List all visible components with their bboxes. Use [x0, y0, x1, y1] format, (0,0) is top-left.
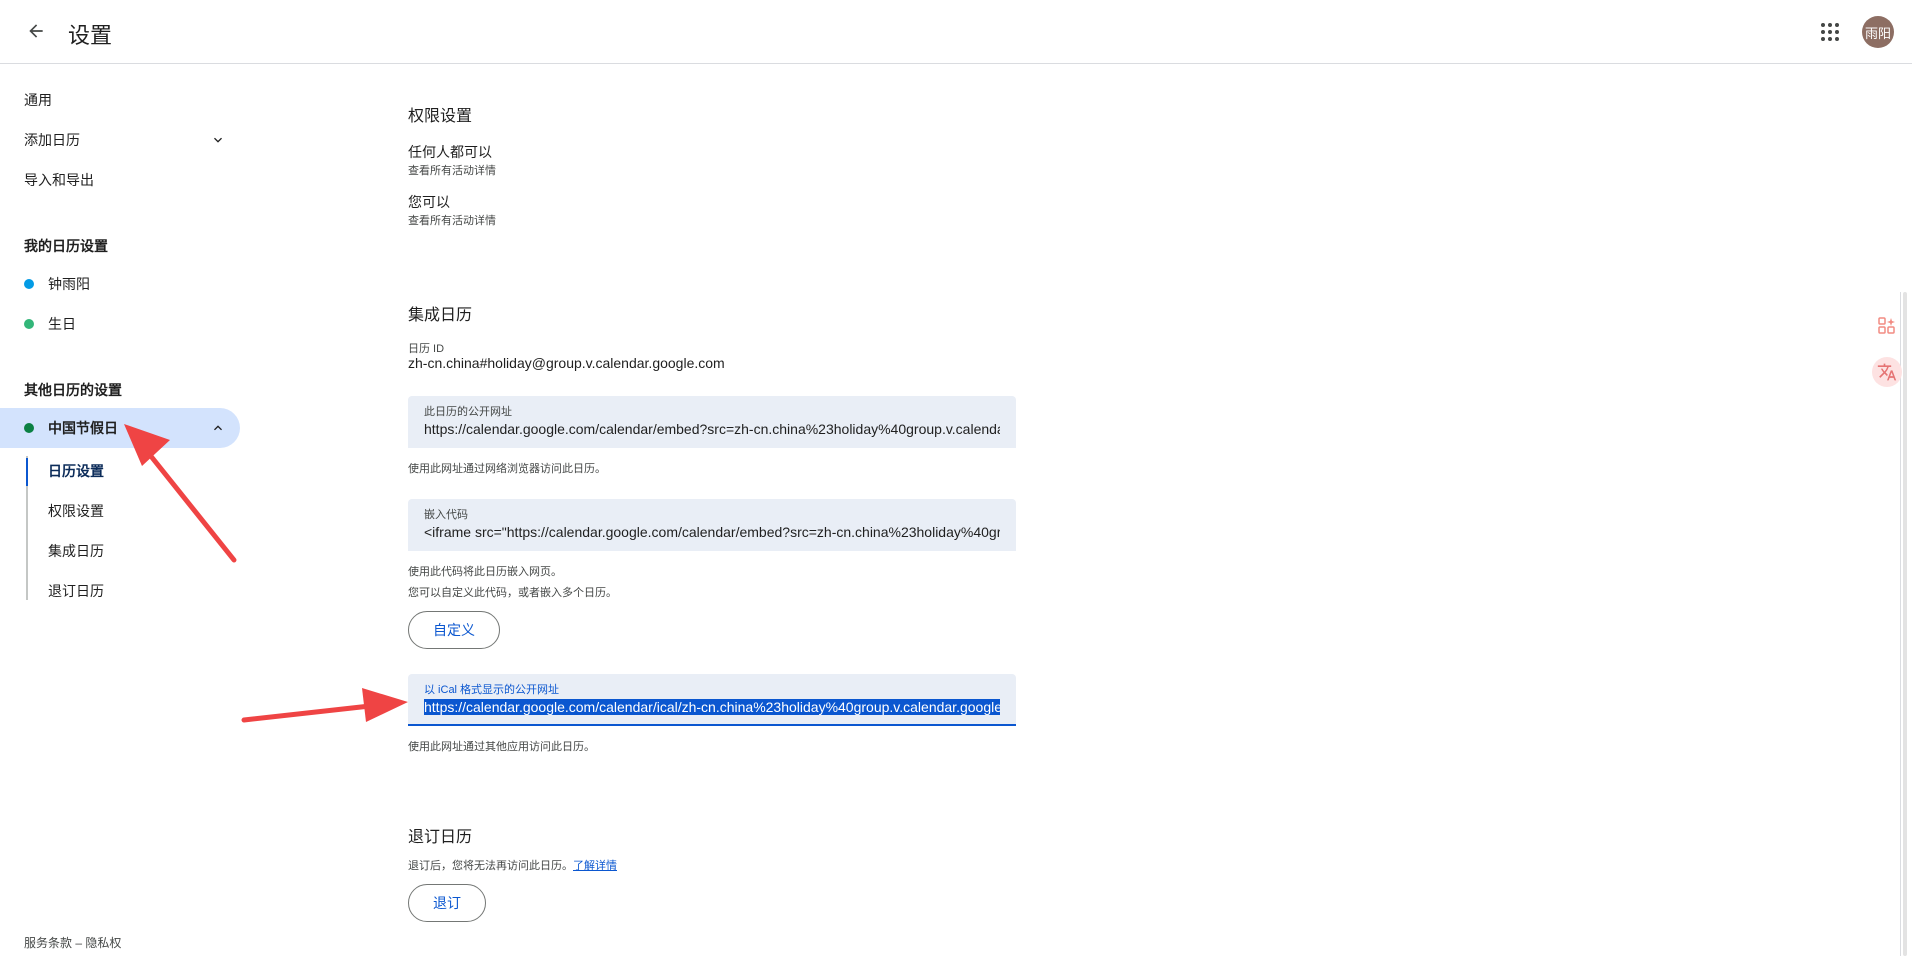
- sub-nav-permissions[interactable]: 权限设置: [48, 501, 104, 521]
- footer-links: 服务条款 – 隐私权: [24, 934, 121, 951]
- back-button[interactable]: [20, 15, 52, 47]
- calendar-color-dot: [24, 279, 34, 289]
- sidebar-item-label: 中国节假日: [48, 420, 118, 436]
- other-calendars-heading: 其他日历的设置: [24, 382, 122, 398]
- sidebar-item-label: 导入和导出: [24, 172, 94, 188]
- apps-sparkle-icon: [1878, 317, 1895, 334]
- sidebar-item-label: 添加日历: [24, 132, 80, 148]
- chevron-up-icon: [214, 425, 222, 431]
- calendar-id-label: 日历 ID: [408, 343, 445, 355]
- privacy-link[interactable]: 隐私权: [85, 936, 121, 950]
- embed-hint-1: 使用此代码将此日历嵌入网页。: [408, 566, 562, 578]
- public-url-label: 此日历的公开网址: [424, 406, 512, 418]
- sub-nav-active-marker: [26, 458, 28, 486]
- arrow-back-icon: [29, 24, 43, 38]
- you-can-desc: 查看所有活动详情: [408, 215, 496, 227]
- embed-code-label: 嵌入代码: [424, 509, 468, 521]
- embed-hint-2: 您可以自定义此代码，或者嵌入多个日历。: [408, 587, 617, 599]
- permissions-heading: 权限设置: [408, 108, 473, 125]
- sidebar-item-china-holidays[interactable]: 中国节假日: [0, 408, 240, 448]
- ical-url-hint: 使用此网址通过其他应用访问此日历。: [408, 741, 595, 753]
- scrollbar[interactable]: [1903, 292, 1907, 956]
- you-can-title: 您可以: [408, 194, 450, 210]
- side-panel-button[interactable]: [1872, 311, 1902, 341]
- sidebar-item-import-export[interactable]: 导入和导出: [0, 160, 240, 200]
- ical-url-selected-text: https://calendar.google.com/calendar/ica…: [424, 699, 1000, 715]
- unsubscribe-button[interactable]: 退订: [408, 884, 486, 922]
- sidebar-item-label: 生日: [48, 316, 76, 332]
- public-url-field[interactable]: 此日历的公开网址 https://calendar.google.com/cal…: [408, 396, 1016, 448]
- settings-main: 权限设置 任何人都可以 查看所有活动详情 您可以 查看所有活动详情 集成日历 日…: [408, 64, 1508, 956]
- embed-code-value[interactable]: <iframe src="https://calendar.google.com…: [424, 524, 1000, 540]
- account-avatar[interactable]: 雨阳: [1862, 16, 1894, 48]
- chevron-down-icon: [214, 137, 222, 143]
- public-url-value[interactable]: https://calendar.google.com/calendar/emb…: [424, 421, 1000, 437]
- translate-button[interactable]: [1872, 357, 1902, 387]
- sub-nav-unsubscribe[interactable]: 退订日历: [48, 581, 104, 601]
- right-rail-divider: [1900, 292, 1901, 956]
- ical-url-label: 以 iCal 格式显示的公开网址: [424, 684, 560, 696]
- calendar-id-value[interactable]: zh-cn.china#holiday@group.v.calendar.goo…: [408, 355, 725, 371]
- unsubscribe-desc: 退订后，您将无法再访问此日历。了解详情: [408, 857, 617, 873]
- translate-icon: [1877, 363, 1897, 381]
- my-calendars-heading: 我的日历设置: [24, 238, 108, 254]
- public-url-hint: 使用此网址通过网络浏览器访问此日历。: [408, 463, 606, 475]
- sidebar-item-my-calendar[interactable]: 钟雨阳: [0, 264, 240, 304]
- sub-nav-calendar-settings[interactable]: 日历设置: [48, 461, 104, 481]
- annotation-arrow-ical: [241, 688, 408, 723]
- calendar-color-dot: [24, 319, 34, 329]
- google-apps-button[interactable]: [1814, 18, 1846, 46]
- sidebar-item-birthdays[interactable]: 生日: [0, 304, 240, 344]
- embed-code-field[interactable]: 嵌入代码 <iframe src="https://calendar.googl…: [408, 499, 1016, 551]
- sidebar-item-general[interactable]: 通用: [0, 80, 240, 120]
- top-bar: 设置 雨阳: [0, 0, 1912, 64]
- unsubscribe-heading: 退订日历: [408, 829, 473, 846]
- anyone-can-title: 任何人都可以: [408, 144, 492, 160]
- apps-grid-icon: [1821, 23, 1839, 41]
- terms-link[interactable]: 服务条款: [24, 936, 72, 950]
- sidebar-item-label: 钟雨阳: [48, 276, 90, 292]
- integrate-heading: 集成日历: [408, 307, 473, 324]
- calendar-color-dot: [24, 423, 34, 433]
- page-title: 设置: [68, 23, 113, 48]
- anyone-can-desc: 查看所有活动详情: [408, 165, 496, 177]
- ical-url-value[interactable]: https://calendar.google.com/calendar/ica…: [424, 699, 1000, 715]
- unsubscribe-desc-text: 退订后，您将无法再访问此日历。: [408, 860, 573, 872]
- settings-sidebar: 通用 添加日历 导入和导出 我的日历设置 钟雨阳 生日 其他日历的设置 中国节假…: [0, 64, 260, 956]
- ical-url-field[interactable]: 以 iCal 格式显示的公开网址 https://calendar.google…: [408, 674, 1016, 726]
- sidebar-item-add-calendar[interactable]: 添加日历: [0, 120, 240, 160]
- sidebar-item-label: 通用: [24, 92, 52, 108]
- sub-nav-integrate[interactable]: 集成日历: [48, 541, 104, 561]
- customize-button[interactable]: 自定义: [408, 611, 500, 649]
- footer-separator: –: [75, 936, 83, 950]
- learn-more-link[interactable]: 了解详情: [573, 860, 617, 872]
